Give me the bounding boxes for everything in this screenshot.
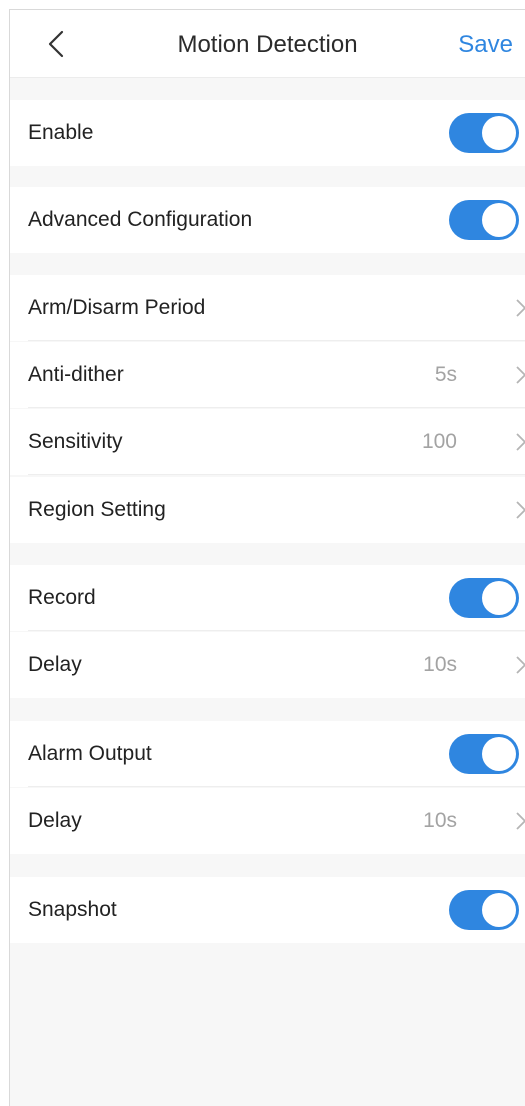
sensitivity-row[interactable]: Sensitivity 100 — [10, 409, 525, 475]
chevron-right-icon — [513, 298, 525, 318]
advanced-configuration-label: Advanced Configuration — [28, 208, 253, 231]
snapshot-label: Snapshot — [28, 898, 117, 921]
alarm-output-toggle[interactable] — [449, 734, 519, 774]
alarm-delay-row[interactable]: Delay 10s — [10, 788, 525, 854]
anti-dither-label: Anti-dither — [28, 363, 124, 386]
sensitivity-label: Sensitivity — [28, 430, 123, 453]
region-setting-row[interactable]: Region Setting — [10, 477, 525, 543]
alarm-output-row[interactable]: Alarm Output — [10, 721, 525, 787]
alarm-delay-label: Delay — [28, 809, 82, 832]
alarm-output-label: Alarm Output — [28, 742, 152, 765]
sensitivity-value: 100 — [421, 430, 457, 453]
advanced-configuration-toggle[interactable] — [449, 200, 519, 240]
toggle-knob — [482, 737, 516, 771]
record-delay-row[interactable]: Delay 10s — [10, 632, 525, 698]
record-toggle[interactable] — [449, 578, 519, 618]
snapshot-row[interactable]: Snapshot — [10, 877, 525, 943]
arm-disarm-period-row[interactable]: Arm/Disarm Period — [10, 275, 525, 341]
record-row[interactable]: Record — [10, 565, 525, 631]
record-delay-value: 10s — [423, 653, 457, 676]
alarm-delay-value: 10s — [423, 809, 457, 832]
chevron-right-icon — [513, 811, 525, 831]
chevron-right-icon — [513, 365, 525, 385]
toggle-knob — [482, 116, 516, 150]
enable-label: Enable — [28, 121, 94, 144]
record-label: Record — [28, 586, 96, 609]
region-setting-label: Region Setting — [28, 498, 166, 521]
header-bar: Motion Detection Save — [10, 10, 525, 78]
chevron-right-icon — [513, 432, 525, 452]
enable-row[interactable]: Enable — [10, 100, 525, 166]
advanced-configuration-row[interactable]: Advanced Configuration — [10, 187, 525, 253]
motion-detection-screen: Motion Detection Save Enable Advanced Co… — [9, 9, 525, 1106]
record-delay-label: Delay — [28, 653, 82, 676]
chevron-right-icon — [513, 655, 525, 675]
enable-toggle[interactable] — [449, 113, 519, 153]
anti-dither-row[interactable]: Anti-dither 5s — [10, 342, 525, 408]
chevron-right-icon — [513, 500, 525, 520]
snapshot-toggle[interactable] — [449, 890, 519, 930]
anti-dither-value: 5s — [434, 363, 457, 386]
page-title: Motion Detection — [177, 31, 358, 58]
toggle-knob — [482, 893, 516, 927]
save-button[interactable]: Save — [458, 30, 513, 60]
toggle-knob — [482, 581, 516, 615]
toggle-knob — [482, 203, 516, 237]
arm-disarm-period-label: Arm/Disarm Period — [28, 296, 206, 319]
